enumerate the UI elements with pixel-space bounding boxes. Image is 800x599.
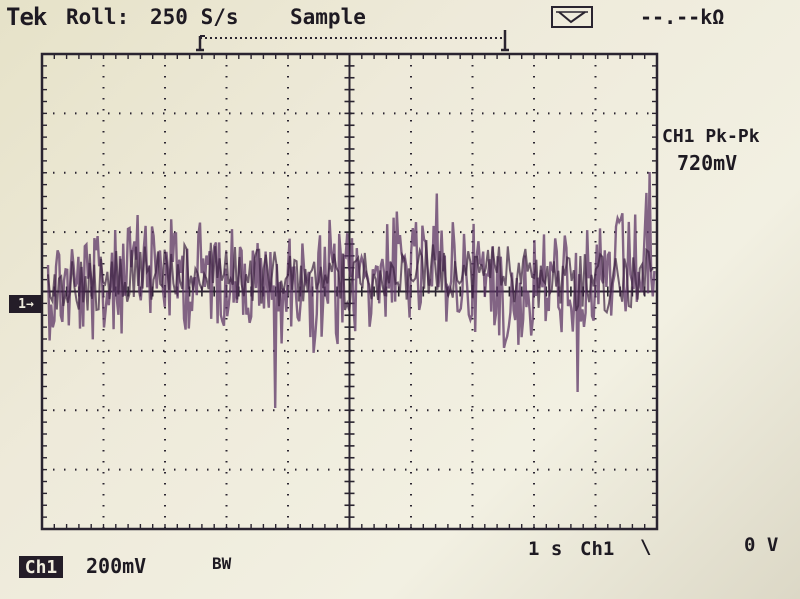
brand-logo: Tek xyxy=(6,3,47,31)
scope-display xyxy=(40,30,659,531)
volts-per-div: 200mV xyxy=(86,554,147,578)
trigger-source: Ch1 xyxy=(580,538,615,560)
mode-label: Roll: xyxy=(66,5,130,29)
ch1-ground-marker: 1→ xyxy=(9,295,43,313)
trigger-level: 0 V xyxy=(744,534,779,556)
time-per-div: 1 s xyxy=(528,538,563,560)
ch1-waveform xyxy=(46,171,656,409)
sample-rate: 250 S/s xyxy=(150,5,239,29)
trigger-position-bar xyxy=(196,30,509,52)
probe-icon xyxy=(551,6,593,28)
channel-badge: Ch1 xyxy=(19,556,63,578)
acquisition-mode: Sample xyxy=(290,5,366,29)
measurement-title: CH1 Pk-Pk xyxy=(662,126,760,147)
measurement-value: 720mV xyxy=(677,151,738,175)
impedance-readout: --.--kΩ xyxy=(640,5,725,29)
trigger-slope: \ xyxy=(640,536,652,558)
bandwidth-limit-label: BW xyxy=(212,554,232,573)
